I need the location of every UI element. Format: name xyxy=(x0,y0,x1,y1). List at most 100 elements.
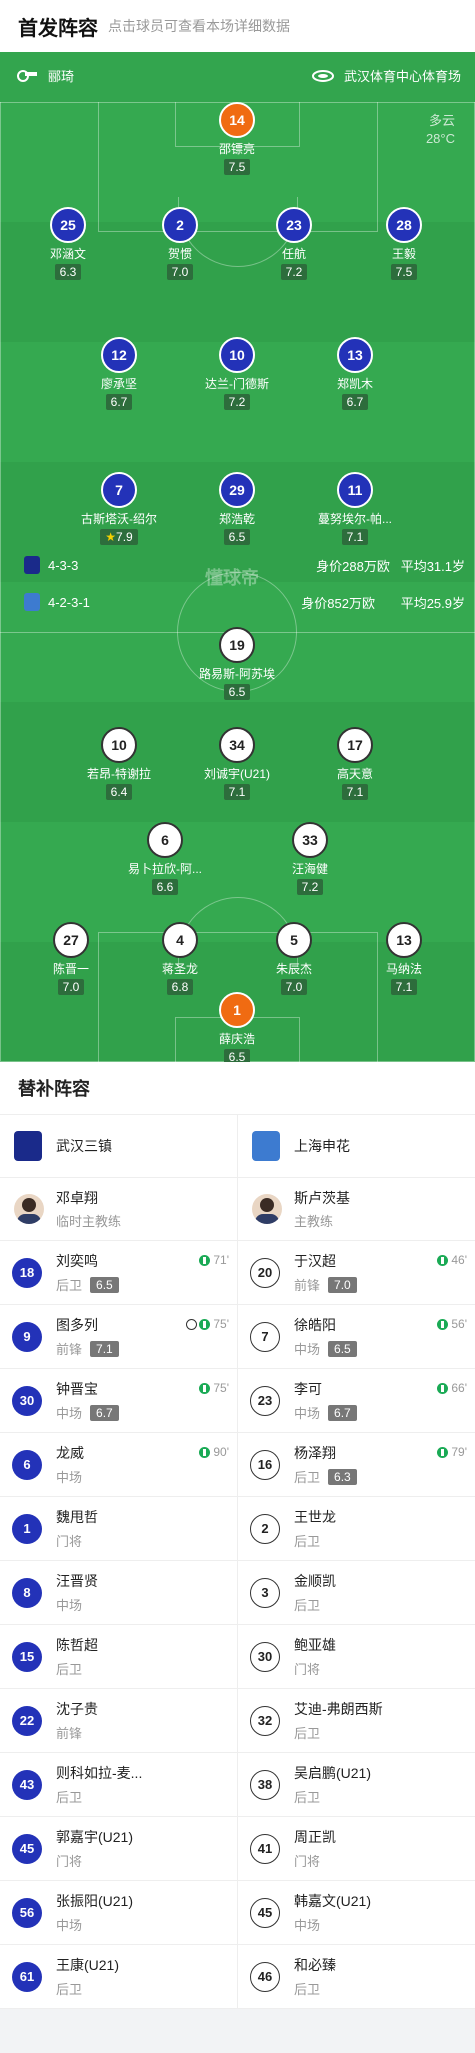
match-info-bar: 郦琦 武汉体育中心体育场 xyxy=(0,52,475,103)
home-player[interactable]: 29 郑浩乾 6.5 xyxy=(177,472,297,546)
sub-number: 15 xyxy=(12,1641,42,1672)
home-player[interactable]: 13 郑凯木 6.7 xyxy=(295,337,415,411)
sub-number: 45 xyxy=(12,1833,42,1864)
home-player[interactable]: 23 任航 7.2 xyxy=(234,207,354,281)
sub-player-row[interactable]: 23 李可 中场 6.7 66' xyxy=(238,1369,475,1433)
stadium-name: 武汉体育中心体育场 xyxy=(343,69,461,84)
player-number: 25 xyxy=(50,207,86,243)
player-number: 14 xyxy=(219,102,255,138)
home-player[interactable]: 2 贺惯 7.0 xyxy=(120,207,240,281)
player-name: 路易斯-阿苏埃 xyxy=(199,667,275,681)
sub-name: 韩嘉文(U21) xyxy=(294,1893,372,1909)
sub-player-row[interactable]: 45 郭嘉宇(U21) 门将 xyxy=(0,1817,237,1881)
player-number: 10 xyxy=(219,337,255,373)
starting-lineup-header: 首发阵容 点击球员可查看本场详细数据 xyxy=(0,0,475,52)
sub-position: 后卫 xyxy=(56,1278,83,1293)
sub-position: 后卫 xyxy=(294,1726,321,1741)
sub-rating: 7.1 xyxy=(90,1340,119,1357)
goal-ball-icon xyxy=(186,1318,198,1330)
rating-value: 7.0 xyxy=(171,265,189,279)
home-player[interactable]: 25 邓涵文 6.3 xyxy=(8,207,128,281)
sub-name: 吴启鹏(U21) xyxy=(294,1765,372,1781)
player-rating: 7.1 xyxy=(341,784,369,800)
sub-name: 杨泽翔 xyxy=(294,1445,336,1461)
player-rating: 6.4 xyxy=(105,784,133,800)
sub-number: 30 xyxy=(12,1385,42,1416)
player-name: 邵镖亮 xyxy=(218,142,255,156)
sub-name: 金顺凯 xyxy=(294,1573,336,1589)
sub-player-row[interactable]: 18 刘奕鸣 后卫 6.5 71' xyxy=(0,1241,237,1305)
away-player[interactable]: 5 朱辰杰 7.0 xyxy=(234,922,354,996)
away-player[interactable]: 33 汪海健 7.2 xyxy=(250,822,370,896)
home-player[interactable]: 11 蔓努埃尔-帕... 7.1 xyxy=(295,472,415,546)
sub-player-row[interactable]: 45 韩嘉文(U21) 中场 xyxy=(238,1881,475,1945)
sub-player-row[interactable]: 43 则科如拉-麦... 后卫 xyxy=(0,1753,237,1817)
sub-number: 43 xyxy=(12,1769,42,1800)
player-rating: 7.1 xyxy=(390,979,418,995)
sub-in-minute: 71' xyxy=(213,1253,229,1267)
sub-player-row[interactable]: 15 陈哲超 后卫 xyxy=(0,1625,237,1689)
home-player[interactable]: 10 达兰-门德斯 7.2 xyxy=(177,337,297,411)
sub-position: 后卫 xyxy=(294,1534,321,1549)
sub-in-icon xyxy=(199,1382,211,1394)
sub-player-row[interactable]: 6 龙威 中场 90' xyxy=(0,1433,237,1497)
sub-player-row[interactable]: 56 张振阳(U21) 中场 xyxy=(0,1881,237,1945)
sub-player-row[interactable]: 20 于汉超 前锋 7.0 46' xyxy=(238,1241,475,1305)
home-player[interactable]: 12 廖承坚 6.7 xyxy=(59,337,179,411)
sub-player-row[interactable]: 3 金顺凯 后卫 xyxy=(238,1561,475,1625)
sub-player-row[interactable]: 9 图多列 前锋 7.1 75' xyxy=(0,1305,237,1369)
sub-position: 后卫 xyxy=(56,1790,83,1805)
sub-on-badge: 46' xyxy=(437,1253,467,1267)
star-icon: ★ xyxy=(105,530,117,544)
home-coach-row[interactable]: 邓卓翔 临时主教练 xyxy=(0,1178,237,1241)
weather-temp: 28°C xyxy=(425,131,455,146)
away-player[interactable]: 6 易卜拉欣-阿... 6.6 xyxy=(105,822,225,896)
sub-player-row[interactable]: 46 和必臻 后卫 xyxy=(238,1945,475,2009)
sub-player-row[interactable]: 30 鲍亚雄 门将 xyxy=(238,1625,475,1689)
sub-player-row[interactable]: 30 钟晋宝 中场 6.7 75' xyxy=(0,1369,237,1433)
player-number: 13 xyxy=(337,337,373,373)
away-player[interactable]: 34 刘诚宇(U21) 7.1 xyxy=(177,727,297,801)
sub-name: 魏甩哲 xyxy=(56,1509,98,1525)
away-player[interactable]: 13 马纳法 7.1 xyxy=(344,922,464,996)
home-player[interactable]: 7 古斯塔沃-绍尔 ★7.9 xyxy=(59,472,179,546)
away-team-logo-icon xyxy=(24,593,40,611)
sub-player-row[interactable]: 22 沈子贵 前锋 xyxy=(0,1689,237,1753)
sub-player-row[interactable]: 16 杨泽翔 后卫 6.3 79' xyxy=(238,1433,475,1497)
sub-rating: 6.5 xyxy=(90,1276,119,1293)
sub-name: 陈哲超 xyxy=(56,1637,98,1653)
home-team-row[interactable]: 武汉三镇 xyxy=(0,1115,237,1178)
coach-avatar xyxy=(14,1194,44,1224)
sub-player-row[interactable]: 32 艾迪-弗朗西斯 后卫 xyxy=(238,1689,475,1753)
rating-value: 7.2 xyxy=(228,395,246,409)
sub-player-row[interactable]: 7 徐皓阳 中场 6.5 56' xyxy=(238,1305,475,1369)
away-player[interactable]: 4 蒋圣龙 6.8 xyxy=(120,922,240,996)
rating-value: 7.5 xyxy=(228,160,246,174)
sub-player-row[interactable]: 2 王世龙 后卫 xyxy=(238,1497,475,1561)
sub-player-row[interactable]: 41 周正凯 门将 xyxy=(238,1817,475,1881)
player-name: 达兰-门德斯 xyxy=(205,377,269,391)
sub-player-row[interactable]: 38 吴启鹏(U21) 后卫 xyxy=(238,1753,475,1817)
away-coach-row[interactable]: 斯卢茨基 主教练 xyxy=(238,1178,475,1241)
sub-name: 张振阳(U21) xyxy=(56,1893,134,1909)
away-player[interactable]: 1 薛庆浩 6.5 xyxy=(177,992,297,1062)
home-player[interactable]: 28 王毅 7.5 xyxy=(344,207,464,281)
sub-player-row[interactable]: 61 王康(U21) 后卫 xyxy=(0,1945,237,2009)
sub-player-row[interactable]: 8 汪晋贤 中场 xyxy=(0,1561,237,1625)
away-player[interactable]: 10 若昂-特谢拉 6.4 xyxy=(59,727,179,801)
sub-player-row[interactable]: 1 魏甩哲 门将 xyxy=(0,1497,237,1561)
player-name: 邓涵文 xyxy=(49,247,86,261)
away-player[interactable]: 27 陈晋一 7.0 xyxy=(11,922,131,996)
away-team-row[interactable]: 上海申花 xyxy=(238,1115,475,1178)
section-subtitle: 点击球员可查看本场详细数据 xyxy=(108,18,290,34)
away-player[interactable]: 19 路易斯-阿苏埃 6.5 xyxy=(177,627,297,701)
player-name: 蒋圣龙 xyxy=(161,962,198,976)
sub-number: 30 xyxy=(250,1641,280,1672)
player-name: 古斯塔沃-绍尔 xyxy=(81,512,157,526)
player-rating: 6.7 xyxy=(105,394,133,410)
referee-name: 郦琦 xyxy=(48,69,75,84)
home-player[interactable]: 14 邵镖亮 7.5 xyxy=(177,102,297,176)
sub-number: 22 xyxy=(12,1705,42,1736)
player-name: 蔓努埃尔-帕... xyxy=(318,512,392,526)
away-player[interactable]: 17 高天意 7.1 xyxy=(295,727,415,801)
